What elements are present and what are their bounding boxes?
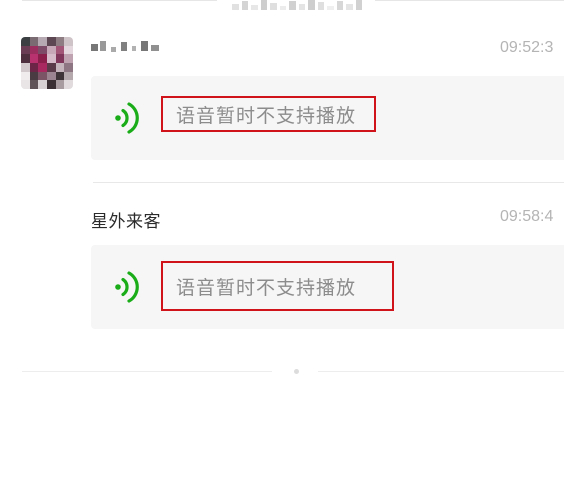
separator-line-left: [22, 0, 217, 1]
sender-avatar[interactable]: [21, 37, 73, 89]
pixelated-sender-name: [91, 38, 163, 58]
end-separator-line-right: [318, 371, 564, 372]
message-time: 09:58:4: [500, 208, 554, 225]
voice-unsupported-notice: 语音暂时不支持播放: [161, 261, 394, 311]
pixelated-date-label: [232, 0, 362, 10]
separator-line-right: [375, 0, 564, 1]
voice-wave-icon: [115, 271, 139, 303]
voice-message-bubble[interactable]: 语音暂时不支持播放: [91, 245, 564, 329]
sender-name: 星外来客: [91, 212, 161, 231]
voice-unsupported-notice: 语音暂时不支持播放: [161, 96, 376, 132]
message-divider: [93, 182, 564, 183]
date-separator-top: [0, 0, 564, 12]
message-time: 09:52:3: [500, 39, 554, 56]
end-separator-dot: [294, 369, 299, 374]
chat-history-page: 09:52:3 语音暂时不支持播放 星外来客 09:58:4 语音暂时不支持播放: [0, 0, 564, 480]
end-separator-line-left: [22, 371, 272, 372]
voice-message-bubble[interactable]: 语音暂时不支持播放: [91, 76, 564, 160]
voice-wave-icon: [115, 102, 139, 134]
